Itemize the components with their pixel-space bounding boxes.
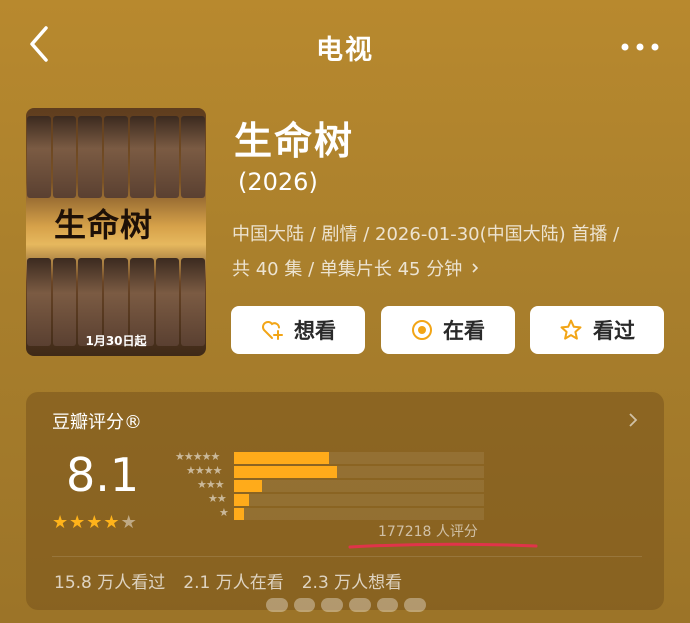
distribution-stars-label: ★ (219, 506, 229, 519)
rating-header[interactable]: 豆瓣评分® (52, 408, 142, 434)
star-icon: ★ (52, 512, 69, 533)
want-count[interactable]: 2.3 万人想看 (302, 568, 402, 593)
rating-stars: ★ ★ ★ ★ ★ (52, 512, 138, 533)
distribution-track (234, 452, 484, 464)
heart-plus-icon (262, 321, 283, 340)
show-meta-line-1: 中国大陆 / 剧情 / 2026-01-30(中国大陆) 首播 / (232, 224, 620, 245)
rating-distribution-row: ★★★ (164, 478, 484, 492)
more-button[interactable] (620, 38, 660, 51)
star-icon: ★ (120, 512, 137, 533)
rating-panel[interactable]: 豆瓣评分® 8.1 ★ ★ ★ ★ ★ ★★★★★ ★★★★ ★★★ ★★ ★ 177218 人… (26, 392, 664, 610)
watched-count[interactable]: 15.8 万人看过 (54, 568, 165, 593)
watched-button[interactable]: 看过 (530, 306, 664, 354)
distribution-track (234, 508, 484, 520)
rating-score: 8.1 (66, 448, 140, 502)
distribution-track (234, 466, 484, 478)
distribution-stars-label: ★★★ (197, 478, 225, 491)
distribution-bar (234, 466, 337, 478)
watched-label: 看过 (593, 319, 635, 343)
more-dots-icon (621, 43, 659, 51)
want-to-watch-button[interactable]: 想看 (231, 306, 365, 354)
star-outline-icon (560, 319, 582, 340)
star-icon: ★ (69, 512, 86, 533)
rating-distribution-row: ★★ (164, 492, 484, 506)
watermark-text (266, 598, 427, 612)
show-title: 生命树 (234, 119, 355, 163)
distribution-bar (234, 508, 244, 520)
watching-count[interactable]: 2.1 万人在看 (183, 568, 283, 593)
rating-count: 177218 人评分 (378, 524, 478, 540)
star-icon: ★ (103, 512, 120, 533)
target-circle-icon (412, 320, 432, 340)
audience-stats: 15.8 万人看过 2.1 万人在看 2.3 万人想看 (54, 568, 402, 593)
distribution-track (234, 480, 484, 492)
panel-divider (52, 556, 642, 557)
watching-button[interactable]: 在看 (381, 306, 515, 354)
chevron-right-icon (472, 263, 479, 273)
distribution-stars-label: ★★ (208, 492, 227, 505)
red-underline-annotation (348, 542, 538, 549)
poster-date: 1月30日起 (85, 334, 147, 348)
poster-title-art: 生命树 (54, 206, 154, 244)
distribution-bar (234, 480, 262, 492)
star-icon: ★ (86, 512, 103, 533)
distribution-bar (234, 494, 249, 506)
top-bar: 电视 (0, 0, 690, 86)
watching-label: 在看 (443, 319, 485, 343)
poster-cast-row-top (26, 116, 206, 198)
distribution-stars-label: ★★★★ (186, 464, 222, 477)
rating-distribution-row: ★★★★ (164, 464, 484, 478)
rating-distribution-row: ★★★★★ (164, 450, 484, 464)
show-meta-line-2: 共 40 集 / 单集片长 45 分钟 (232, 259, 463, 280)
distribution-track (234, 494, 484, 506)
show-meta-link[interactable]: 共 40 集 / 单集片长 45 分钟 (232, 255, 480, 281)
distribution-bar (234, 452, 329, 464)
chevron-right-icon[interactable] (628, 412, 638, 428)
rating-distribution-row: ★ (164, 506, 484, 520)
page-title: 电视 (316, 35, 374, 66)
poster-image[interactable]: 生命树 1月30日起 (26, 108, 206, 356)
want-to-watch-label: 想看 (294, 319, 336, 343)
distribution-stars-label: ★★★★★ (175, 450, 220, 463)
show-year: (2026) (238, 168, 318, 196)
